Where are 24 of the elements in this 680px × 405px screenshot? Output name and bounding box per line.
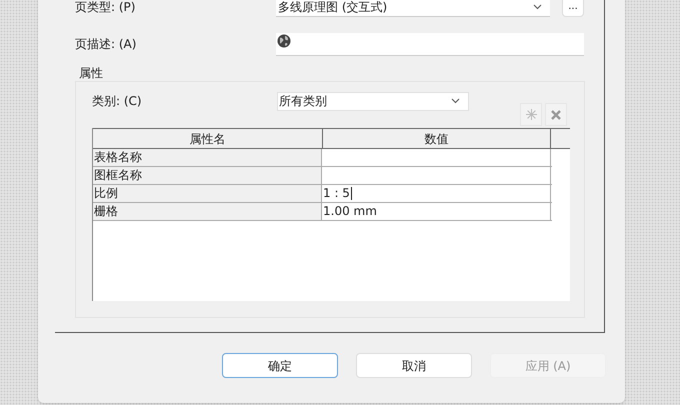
group-title: 属性 [79,65,104,81]
table-cell: 图框名称 [93,167,322,184]
text-cursor [350,187,352,200]
table-cell: 比例 [93,185,322,202]
dialog-button[interactable]: 确定 [222,353,338,378]
page-type-dropdown[interactable]: 多线原理图 (交互式) [276,0,550,17]
category-label: 类别: (C) [92,93,143,110]
table-cell[interactable]: 1 : 5 [322,185,551,202]
field-label: 页描述: (A) [75,36,138,53]
field-label: 页类型: (P) [75,0,136,16]
table-cell[interactable]: 1.00 mm [322,203,551,220]
browse-button[interactable]: ... [562,0,584,17]
table-cell: 表格名称 [93,149,322,166]
asterisk-icon [526,109,536,120]
category-dropdown[interactable]: 所有类别 [277,92,469,110]
dialog-button[interactable]: 取消 [356,353,472,378]
close-icon [551,110,561,120]
table-cell: 栅格 [93,203,322,220]
column-header[interactable]: 属性名 [93,129,322,148]
globe-icon [277,34,291,48]
chevron-down-icon [451,98,460,104]
column-header[interactable]: 数值 [322,129,551,148]
description-field[interactable] [276,32,584,56]
chevron-down-icon [533,4,542,10]
